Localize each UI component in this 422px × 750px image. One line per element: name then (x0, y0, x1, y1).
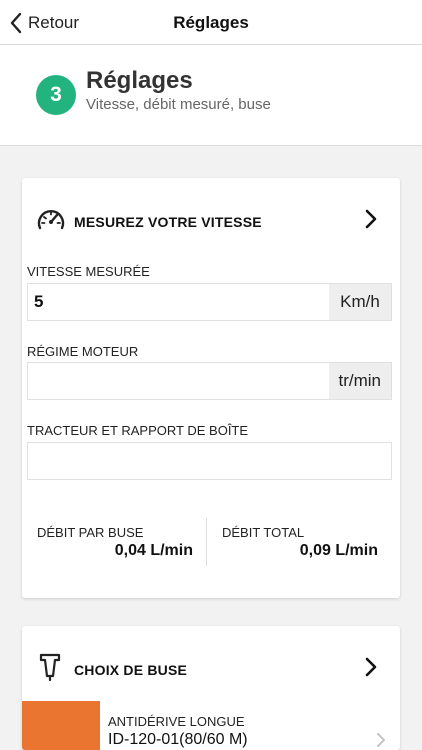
flow-per-nozzle-value: 0,04 L/min (114, 542, 193, 559)
chevron-right-icon (365, 209, 377, 229)
chevron-right-icon (377, 733, 385, 747)
speedometer-icon (37, 210, 65, 230)
nozzle-card: CHOIX DE BUSE ANTIDÉRIVE LONGUE ID-120-0… (22, 626, 400, 750)
rpm-field[interactable]: tr/min (27, 362, 392, 400)
speed-label: VITESSE MESURÉE (27, 264, 150, 279)
rpm-label: RÉGIME MOTEUR (27, 344, 139, 359)
speed-field[interactable]: 5 Km/h (27, 283, 392, 321)
nozzle-icon (39, 653, 61, 682)
speed-card: MESUREZ VOTRE VITESSE VITESSE MESURÉE 5 … (22, 178, 400, 598)
measure-speed-button[interactable]: MESUREZ VOTRE VITESSE (22, 178, 400, 258)
section-title: MESUREZ VOTRE VITESSE (74, 214, 262, 230)
tractor-field[interactable] (27, 442, 392, 480)
selected-nozzle-row[interactable]: ANTIDÉRIVE LONGUE ID-120-01(80/60 M) (22, 701, 400, 750)
flow-per-nozzle: DÉBIT PAR BUSE 0,04 L/min (27, 518, 207, 566)
nav-bar: Retour Réglages (0, 0, 422, 45)
tractor-label: TRACTEUR ET RAPPORT DE BOÎTE (27, 423, 249, 438)
flow-total-value: 0,09 L/min (299, 542, 378, 559)
nozzle-reference: ID-120-01(80/60 M) (108, 731, 248, 748)
step-header: 3 Réglages Vitesse, débit mesuré, buse (0, 45, 422, 146)
flow-per-nozzle-label: DÉBIT PAR BUSE (37, 525, 144, 540)
choose-nozzle-button[interactable]: CHOIX DE BUSE (22, 626, 400, 706)
nozzle-color-swatch (22, 701, 100, 750)
rpm-unit: tr/min (328, 363, 391, 399)
flow-total: DÉBIT TOTAL 0,09 L/min (212, 518, 392, 566)
speed-input[interactable]: 5 (28, 284, 329, 320)
step-subtitle: Vitesse, débit mesuré, buse (86, 96, 271, 113)
page-title: Réglages (173, 13, 249, 32)
tractor-input[interactable] (28, 443, 391, 479)
flow-stats: DÉBIT PAR BUSE 0,04 L/min DÉBIT TOTAL 0,… (27, 518, 392, 566)
step-title: Réglages (86, 67, 193, 94)
chevron-right-icon (365, 657, 377, 677)
nozzle-type: ANTIDÉRIVE LONGUE (108, 714, 245, 729)
stats-divider (206, 518, 207, 566)
flow-total-label: DÉBIT TOTAL (222, 525, 305, 540)
speed-unit: Km/h (329, 284, 391, 320)
section-title: CHOIX DE BUSE (74, 662, 188, 678)
rpm-input[interactable] (28, 363, 329, 399)
step-number-badge: 3 (36, 75, 76, 115)
